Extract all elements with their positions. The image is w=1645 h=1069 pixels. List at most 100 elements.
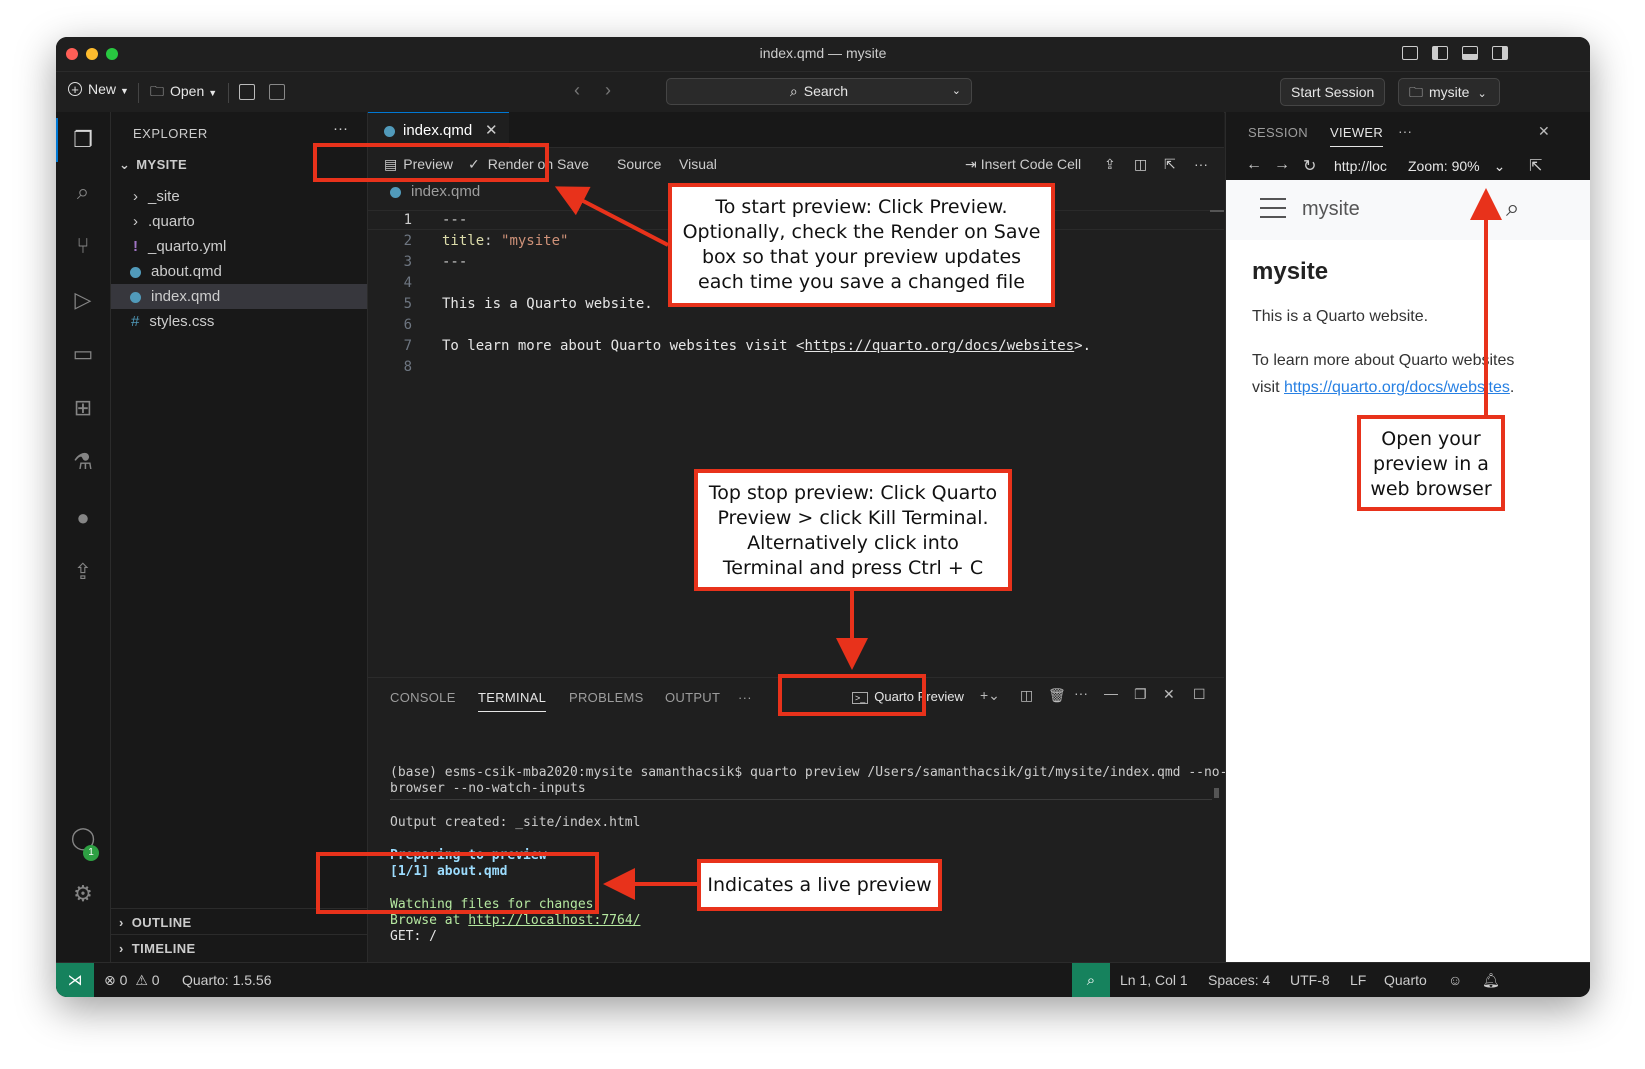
- error-count: 0: [119, 972, 128, 988]
- restore-panel-icon[interactable]: ❐: [1134, 686, 1147, 703]
- minimize-panel-icon[interactable]: —: [1104, 685, 1118, 701]
- customize-layout-icon[interactable]: [1402, 46, 1418, 60]
- explorer-more-button[interactable]: ···: [333, 120, 348, 137]
- tab-session[interactable]: SESSION: [1248, 125, 1308, 140]
- publish-icon[interactable]: ⇪: [69, 558, 97, 586]
- run-debug-icon[interactable]: ▷: [69, 286, 97, 314]
- save-icon[interactable]: [239, 84, 255, 100]
- open-in-browser-icon[interactable]: ⇱: [1529, 156, 1542, 176]
- maximize-panel-icon[interactable]: ☐: [1193, 686, 1206, 703]
- account-badge: 1: [83, 845, 99, 861]
- menu-icon[interactable]: [1260, 198, 1286, 218]
- viewer-url[interactable]: http://loc: [1334, 158, 1387, 174]
- tree-item-site[interactable]: › _site: [111, 184, 367, 209]
- project-menu-button[interactable]: 🗀 mysite ⌄: [1398, 78, 1500, 106]
- close-icon[interactable]: ✕: [1538, 123, 1550, 140]
- github-icon[interactable]: ●: [69, 504, 97, 532]
- publish-icon[interactable]: ⇪: [1104, 156, 1116, 173]
- code-line[interactable]: 8: [368, 357, 1224, 377]
- quarto-docs-link[interactable]: https://quarto.org/docs/websites: [1284, 379, 1510, 396]
- tree-item-quarto-yml[interactable]: ! _quarto.yml: [111, 234, 367, 259]
- editor-more-button[interactable]: ···: [1194, 156, 1208, 172]
- tree-item-index-qmd[interactable]: index.qmd: [111, 284, 367, 309]
- split-terminal-icon[interactable]: ◫: [1020, 687, 1033, 704]
- source-control-icon[interactable]: ⑂: [69, 232, 97, 260]
- visual-mode-button[interactable]: Visual: [679, 156, 717, 172]
- close-icon[interactable]: ✕: [485, 121, 498, 139]
- search-icon[interactable]: ⌕: [1506, 195, 1519, 223]
- command-search-box[interactable]: ⌕ Search ⌄: [666, 78, 972, 105]
- viewer-more-button[interactable]: ···: [1398, 123, 1412, 139]
- bottom-panel: CONSOLE TERMINAL PROBLEMS OUTPUT ··· >_ Q…: [368, 677, 1227, 963]
- toggle-panel-icon[interactable]: [1462, 46, 1478, 60]
- localhost-link[interactable]: http://localhost:7764/: [468, 913, 640, 928]
- tab-label: index.qmd: [403, 122, 473, 139]
- outline-section[interactable]: › OUTLINE: [119, 915, 192, 930]
- page-paragraph: To learn more about Quarto websites: [1252, 352, 1515, 369]
- source-mode-button[interactable]: Source: [617, 156, 661, 172]
- add-terminal-icon[interactable]: +⌄: [980, 687, 1000, 704]
- tab-terminal[interactable]: TERMINAL: [478, 690, 547, 712]
- feedback-icon[interactable]: ☺: [1448, 972, 1462, 988]
- terminal-output-line: Output created: _site/index.html: [390, 815, 641, 830]
- cursor-position[interactable]: Ln 1, Col 1: [1120, 972, 1188, 988]
- toggle-sidebar-icon[interactable]: [1432, 46, 1448, 60]
- code-line[interactable]: 7 To learn more about Quarto websites vis…: [368, 336, 1224, 356]
- gear-icon[interactable]: ⚙: [69, 880, 97, 908]
- save-all-icon[interactable]: [269, 84, 285, 100]
- callout-line: Terminal and press Ctrl + C: [722, 557, 984, 579]
- folder-icon: 🗀: [150, 83, 164, 99]
- open-button[interactable]: 🗀 Open ▼: [150, 81, 217, 105]
- css-file-icon: #: [131, 313, 140, 330]
- callout-line: Optionally, check the Render on Save: [682, 221, 1041, 243]
- encoding[interactable]: UTF-8: [1290, 972, 1330, 988]
- tab-console[interactable]: CONSOLE: [390, 690, 456, 705]
- quarto-version[interactable]: Quarto: 1.5.56: [182, 972, 272, 988]
- toggle-secondary-sidebar-icon[interactable]: [1492, 46, 1508, 60]
- code-line[interactable]: 6: [368, 315, 1224, 335]
- zoom-icon[interactable]: ⌕: [1072, 963, 1110, 997]
- callout-line: Alternatively click into: [747, 532, 959, 554]
- forward-arrow-icon[interactable]: ›: [605, 80, 611, 101]
- tab-output[interactable]: OUTPUT: [665, 690, 720, 705]
- zoom-select[interactable]: Zoom: 90% ⌄: [1408, 158, 1505, 175]
- indentation[interactable]: Spaces: 4: [1208, 972, 1270, 988]
- back-arrow-icon[interactable]: ←: [1246, 156, 1262, 174]
- site-name[interactable]: mysite: [1302, 198, 1360, 221]
- callout-line: Preview > click Kill Terminal.: [717, 507, 989, 529]
- line-ending[interactable]: LF: [1350, 972, 1366, 988]
- panel-more-button[interactable]: ···: [738, 690, 752, 705]
- explorer-icon[interactable]: ❐: [69, 126, 97, 154]
- quarto-file-icon: [384, 126, 395, 137]
- code-link[interactable]: https://quarto.org/docs/websites: [804, 338, 1074, 354]
- remote-indicator-icon[interactable]: ⋊: [56, 963, 94, 997]
- timeline-section[interactable]: › TIMELINE: [119, 941, 196, 956]
- tab-viewer[interactable]: VIEWER: [1330, 125, 1384, 147]
- testing-flask-icon[interactable]: ⚗: [69, 448, 97, 476]
- search-icon[interactable]: ⌕: [69, 178, 97, 206]
- trash-icon[interactable]: 🗑: [1048, 687, 1066, 704]
- new-button[interactable]: + New ▼: [68, 81, 129, 97]
- panel-actions-more-button[interactable]: ···: [1074, 685, 1088, 701]
- tree-item-about-qmd[interactable]: about.qmd: [111, 259, 367, 284]
- start-session-button[interactable]: Start Session: [1280, 78, 1386, 106]
- open-external-icon[interactable]: ⇱: [1164, 156, 1176, 173]
- breadcrumb[interactable]: index.qmd: [390, 183, 480, 200]
- bell-icon[interactable]: 🔔︎: [1482, 972, 1500, 989]
- problems-indicator[interactable]: ⊗ 0 ⚠ 0: [104, 972, 160, 989]
- terminal-scrollbar[interactable]: [1214, 788, 1219, 798]
- tab-problems[interactable]: PROBLEMS: [569, 690, 644, 705]
- insert-code-cell-button[interactable]: ⇥ Insert Code Cell: [965, 156, 1081, 173]
- forward-arrow-icon[interactable]: →: [1274, 156, 1290, 174]
- back-arrow-icon[interactable]: ‹: [574, 80, 580, 101]
- extensions-icon[interactable]: ⊞: [69, 394, 97, 422]
- reload-icon[interactable]: ↻: [1303, 156, 1316, 176]
- language-mode[interactable]: Quarto: [1384, 972, 1427, 988]
- close-panel-icon[interactable]: ✕: [1163, 686, 1175, 703]
- tree-item-quarto-folder[interactable]: › .quarto: [111, 209, 367, 234]
- split-editor-icon[interactable]: ◫: [1134, 156, 1147, 173]
- remote-explorer-icon[interactable]: ▭: [69, 340, 97, 368]
- tree-item-styles-css[interactable]: # styles.css: [111, 309, 367, 334]
- chevron-down-icon: ⌄: [119, 157, 131, 172]
- folder-mysite[interactable]: ⌄ MYSITE: [119, 157, 187, 173]
